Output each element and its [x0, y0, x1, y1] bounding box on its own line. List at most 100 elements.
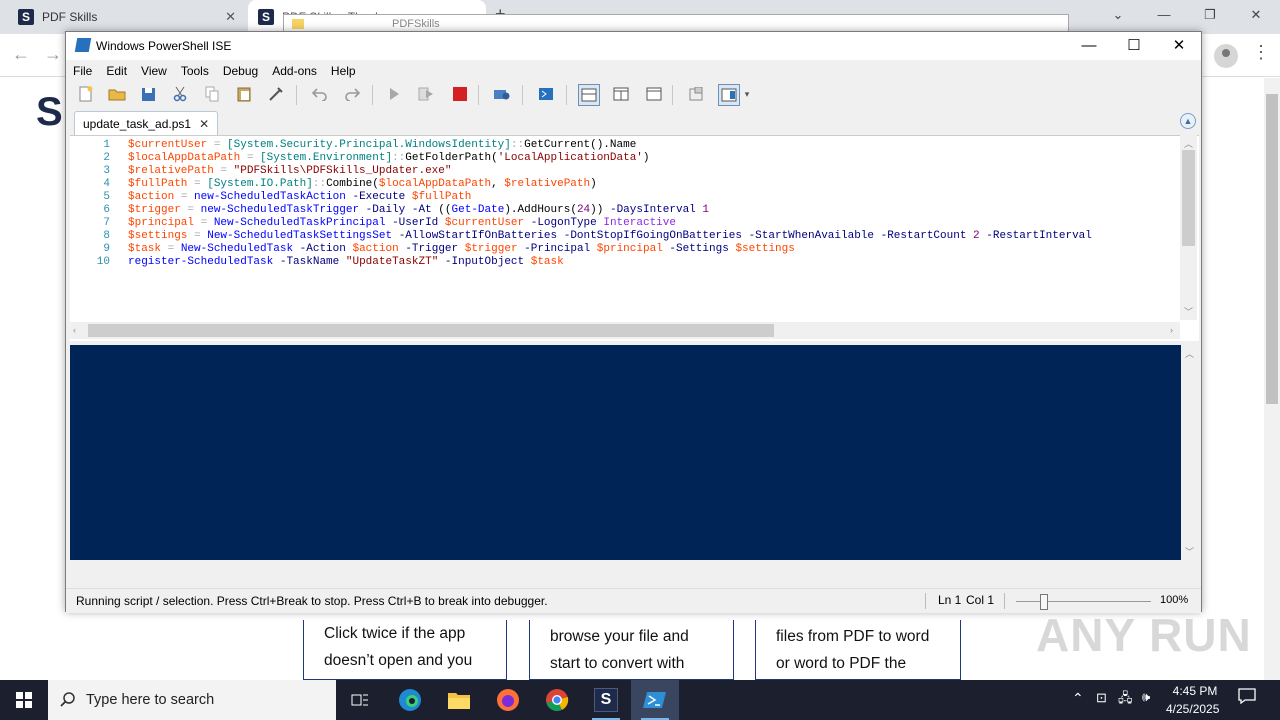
status-message: Running script / selection. Press Ctrl+B… [76, 594, 548, 608]
show-command-window-icon[interactable] [687, 84, 707, 104]
scroll-up-arrow-icon[interactable]: ︿ [1185, 347, 1194, 360]
browser-restore-button[interactable]: ❐ [1190, 4, 1230, 26]
collapse-script-pane-icon[interactable]: ▲ [1180, 113, 1196, 129]
toolbar: ▾ [66, 81, 1201, 109]
maximize-button[interactable]: ☐ [1111, 32, 1157, 60]
new-file-icon[interactable] [76, 84, 96, 104]
code-line[interactable]: $localAppDataPath = [System.Environment]… [128, 152, 1178, 165]
ise-title-bar[interactable]: Windows PowerShell ISE — ☐ ✕ [66, 32, 1201, 60]
menu-help[interactable]: Help [324, 61, 363, 81]
menu-tools[interactable]: Tools [174, 61, 216, 81]
forward-arrow-icon[interactable]: → [44, 44, 62, 65]
show-command-addon-icon[interactable] [718, 84, 740, 106]
code-line[interactable]: $principal = New-ScheduledTaskPrincipal … [128, 217, 1178, 230]
network-drive-icon[interactable]: ⊡ [1096, 690, 1107, 706]
file-explorer-icon[interactable] [435, 680, 483, 720]
site-logo[interactable]: S [36, 92, 64, 132]
run-selection-icon[interactable] [416, 84, 436, 104]
edge-icon[interactable] [386, 680, 434, 720]
close-tab-icon[interactable]: ✕ [225, 9, 236, 25]
code-line[interactable]: $trigger = new-ScheduledTaskTrigger -Dai… [128, 204, 1178, 217]
menu-bar: File Edit View Tools Debug Add-ons Help [66, 61, 1201, 81]
clock-time[interactable]: 4:45 PM [1172, 684, 1218, 698]
windows-start-icon[interactable] [0, 680, 48, 720]
chevron-up-icon[interactable]: ⌃ [1072, 690, 1084, 707]
clock-date[interactable]: 4/25/2025 [1166, 702, 1219, 716]
toolbar-separator [522, 85, 523, 105]
script-tab[interactable]: update_task_ad.ps1 ✕ [74, 111, 219, 135]
code-line[interactable]: $currentUser = [System.Security.Principa… [128, 139, 1178, 152]
toolbar-separator [566, 85, 567, 105]
script-code[interactable]: $currentUser = [System.Security.Principa… [128, 139, 1178, 269]
zoom-slider-track[interactable] [1016, 601, 1151, 602]
pdfskills-icon[interactable]: S [582, 680, 630, 720]
browser-close-button[interactable]: ✕ [1236, 4, 1276, 26]
tab-search-icon[interactable]: ⌄ [1098, 4, 1138, 26]
code-line[interactable]: $action = new-ScheduledTaskAction -Execu… [128, 191, 1178, 204]
page-scrollbar-thumb[interactable] [1266, 94, 1278, 404]
script-editor[interactable]: 1 2 3 4 5 6 7 8 9 10 $currentUser = [Sys… [70, 135, 1199, 341]
status-bar: Running script / selection. Press Ctrl+B… [66, 588, 1201, 613]
scroll-down-arrow-icon[interactable]: ﹀ [1185, 545, 1194, 558]
firefox-icon[interactable] [484, 680, 532, 720]
browser-minimize-button[interactable]: — [1144, 4, 1184, 26]
notification-icon[interactable] [1238, 688, 1260, 708]
code-line[interactable]: $settings = New-ScheduledTaskSettingsSet… [128, 230, 1178, 243]
minimize-button[interactable]: — [1066, 32, 1112, 60]
zoom-slider-thumb[interactable] [1040, 594, 1048, 610]
paste-icon[interactable] [234, 84, 254, 104]
save-icon[interactable] [138, 84, 158, 104]
menu-view[interactable]: View [134, 61, 174, 81]
back-arrow-icon[interactable]: ← [12, 44, 30, 65]
network-icon[interactable]: 🖧 [1118, 689, 1133, 711]
code-line[interactable]: $task = New-ScheduledTask -Action $actio… [128, 243, 1178, 256]
scroll-down-arrow-icon[interactable]: ﹀ [1184, 305, 1193, 318]
chrome-icon[interactable] [533, 680, 581, 720]
clear-console-icon[interactable] [266, 84, 286, 104]
pdfskills-favicon-icon: S [18, 9, 34, 25]
scroll-left-arrow-icon[interactable]: ‹ [73, 325, 76, 335]
card-text: browse your file and start to convert wi… [550, 628, 689, 672]
console-horizontal-scrollbar[interactable] [70, 561, 1198, 578]
code-line[interactable]: $relativePath = "PDFSkills\PDFSkills_Upd… [128, 165, 1178, 178]
redo-icon[interactable] [342, 84, 362, 104]
editor-vertical-scroll-thumb[interactable] [1182, 150, 1195, 246]
line-numbers: 1 2 3 4 5 6 7 8 9 10 [70, 139, 110, 269]
close-button[interactable]: ✕ [1156, 32, 1202, 60]
code-line[interactable]: $fullPath = [System.IO.Path]::Combine($l… [128, 178, 1178, 191]
taskbar-search-box[interactable]: Type here to search [48, 680, 336, 720]
open-folder-icon[interactable] [107, 84, 127, 104]
script-pane-right-icon[interactable] [611, 84, 631, 104]
toolbar-overflow-icon[interactable]: ▾ [742, 84, 752, 104]
column-indicator: Col 1 [966, 593, 995, 607]
line-number: 5 [103, 191, 110, 203]
stop-operation-icon[interactable] [450, 84, 470, 104]
menu-debug[interactable]: Debug [216, 61, 265, 81]
menu-add-ons[interactable]: Add-ons [265, 61, 324, 81]
run-script-icon[interactable] [384, 84, 404, 104]
scroll-right-arrow-icon[interactable]: › [1170, 325, 1173, 335]
cut-icon[interactable] [170, 84, 190, 104]
undo-icon[interactable] [310, 84, 330, 104]
menu-file[interactable]: File [66, 61, 99, 81]
search-icon [60, 692, 75, 707]
script-pane-maximized-icon[interactable] [644, 84, 664, 104]
browser-tab-pdf-skills[interactable]: S PDF Skills ✕ [8, 0, 246, 34]
console-vertical-scrollbar[interactable]: ︿ ﹀ [1181, 345, 1198, 560]
code-line[interactable]: register-ScheduledTask -TaskName "Update… [128, 256, 1178, 269]
profile-avatar-icon[interactable] [1214, 44, 1238, 68]
close-tab-icon[interactable]: ✕ [199, 117, 209, 131]
new-remote-tab-icon[interactable] [492, 84, 512, 104]
editor-horizontal-scroll-thumb[interactable] [88, 324, 774, 337]
powershell-ise-taskbar-icon[interactable] [631, 680, 679, 720]
volume-icon[interactable]: 🕪 [1142, 689, 1150, 705]
script-pane-top-icon[interactable] [578, 84, 600, 106]
browser-menu-icon[interactable]: ⋮ [1252, 42, 1270, 63]
menu-edit[interactable]: Edit [99, 61, 134, 81]
console-pane[interactable] [70, 345, 1181, 560]
line-number: 3 [103, 165, 110, 177]
scroll-up-arrow-icon[interactable]: ︿ [1184, 137, 1193, 150]
start-powershell-icon[interactable] [536, 84, 556, 104]
copy-icon[interactable] [202, 84, 222, 104]
task-view-icon[interactable] [336, 680, 384, 720]
